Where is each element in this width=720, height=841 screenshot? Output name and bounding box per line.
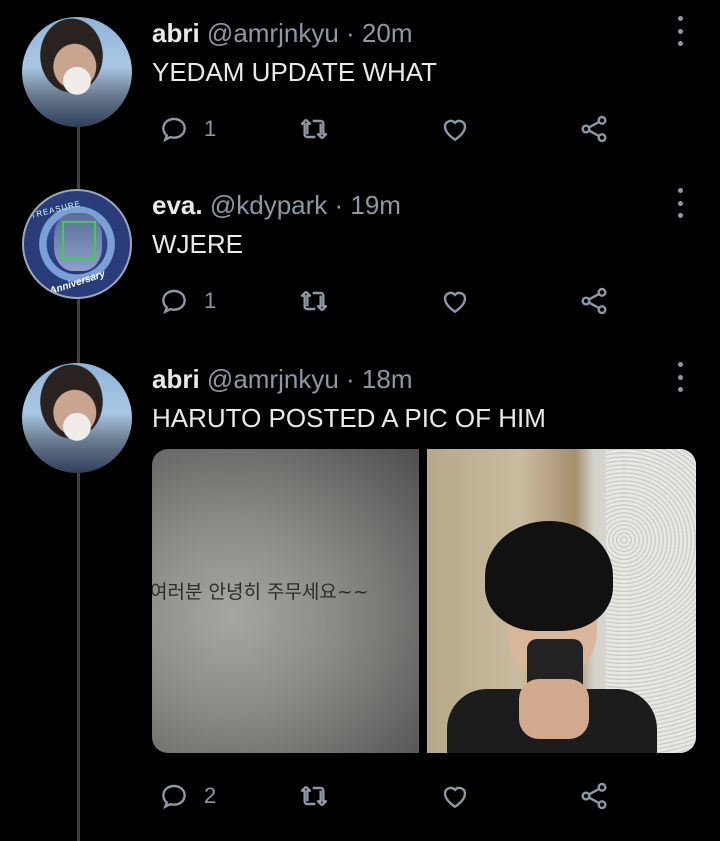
retweet-button[interactable] <box>298 778 330 814</box>
more-icon[interactable] <box>672 16 688 46</box>
display-name[interactable]: eva. <box>152 190 203 220</box>
share-button[interactable] <box>578 111 610 147</box>
share-icon <box>581 782 607 810</box>
share-button[interactable] <box>578 283 610 319</box>
reply-count: 1 <box>204 116 217 141</box>
tweet[interactable]: abri @amrjnkyu · 20m YEDAM UPDATE WHAT 1 <box>0 0 720 170</box>
reply-count: 1 <box>204 288 217 313</box>
avatar-frame <box>62 221 96 259</box>
tweet-actions: 2 <box>152 778 622 814</box>
like-button[interactable] <box>439 111 471 147</box>
tweet-header: abri @amrjnkyu · 20m <box>152 18 412 49</box>
heart-icon <box>443 291 467 314</box>
tweet[interactable]: TREASURE 1st Anniversary eva. @kdypark ·… <box>0 172 720 342</box>
reply-icon <box>162 117 186 143</box>
photo-hair <box>485 521 613 631</box>
retweet-icon <box>300 290 328 312</box>
tweet-media: 여러분 안녕히 주무세요~~ <box>152 449 696 753</box>
media-image-left[interactable]: 여러분 안녕히 주무세요~~ <box>152 449 419 753</box>
more-icon[interactable] <box>672 188 688 218</box>
display-name[interactable]: abri <box>152 364 200 394</box>
handle-and-time: @kdypark · 19m <box>209 190 401 220</box>
retweet-button[interactable] <box>298 111 330 147</box>
reply-icon <box>162 784 186 810</box>
heart-icon <box>443 786 467 809</box>
reply-count: 2 <box>204 783 217 808</box>
tweet-header: eva. @kdypark · 19m <box>152 190 401 221</box>
reply-button[interactable]: 2 <box>158 778 216 814</box>
tweet-header: abri @amrjnkyu · 18m <box>152 364 412 395</box>
retweet-button[interactable] <box>298 283 330 319</box>
reply-button[interactable]: 1 <box>158 111 216 147</box>
reply-icon <box>162 289 186 315</box>
media-image-right[interactable] <box>427 449 696 753</box>
avatar[interactable] <box>22 17 132 127</box>
photo-hand <box>519 679 589 739</box>
avatar[interactable]: TREASURE 1st Anniversary <box>22 189 132 299</box>
share-button[interactable] <box>578 778 610 814</box>
share-icon <box>581 287 607 315</box>
like-button[interactable] <box>439 778 471 814</box>
display-name[interactable]: abri <box>152 18 200 48</box>
handle-and-time: @amrjnkyu · 20m <box>206 18 413 48</box>
handle-and-time: @amrjnkyu · 18m <box>206 364 413 394</box>
tweet-text: YEDAM UPDATE WHAT <box>152 57 438 87</box>
tweet-actions: 1 <box>152 283 622 319</box>
retweet-icon <box>300 785 328 807</box>
more-icon[interactable] <box>672 362 688 392</box>
tweet-actions: 1 <box>152 111 622 147</box>
tweet-text: HARUTO POSTED A PIC OF HIM <box>152 403 546 433</box>
media-caption: 여러분 안녕히 주무세요~~ <box>152 581 369 603</box>
tweet-text: WJERE <box>152 229 243 259</box>
like-button[interactable] <box>439 283 471 319</box>
reply-button[interactable]: 1 <box>158 283 216 319</box>
share-icon <box>581 115 607 143</box>
heart-icon <box>443 119 467 142</box>
avatar-label-bottom: 1st Anniversary <box>32 268 107 299</box>
avatar[interactable] <box>22 363 132 473</box>
retweet-icon <box>300 118 328 140</box>
